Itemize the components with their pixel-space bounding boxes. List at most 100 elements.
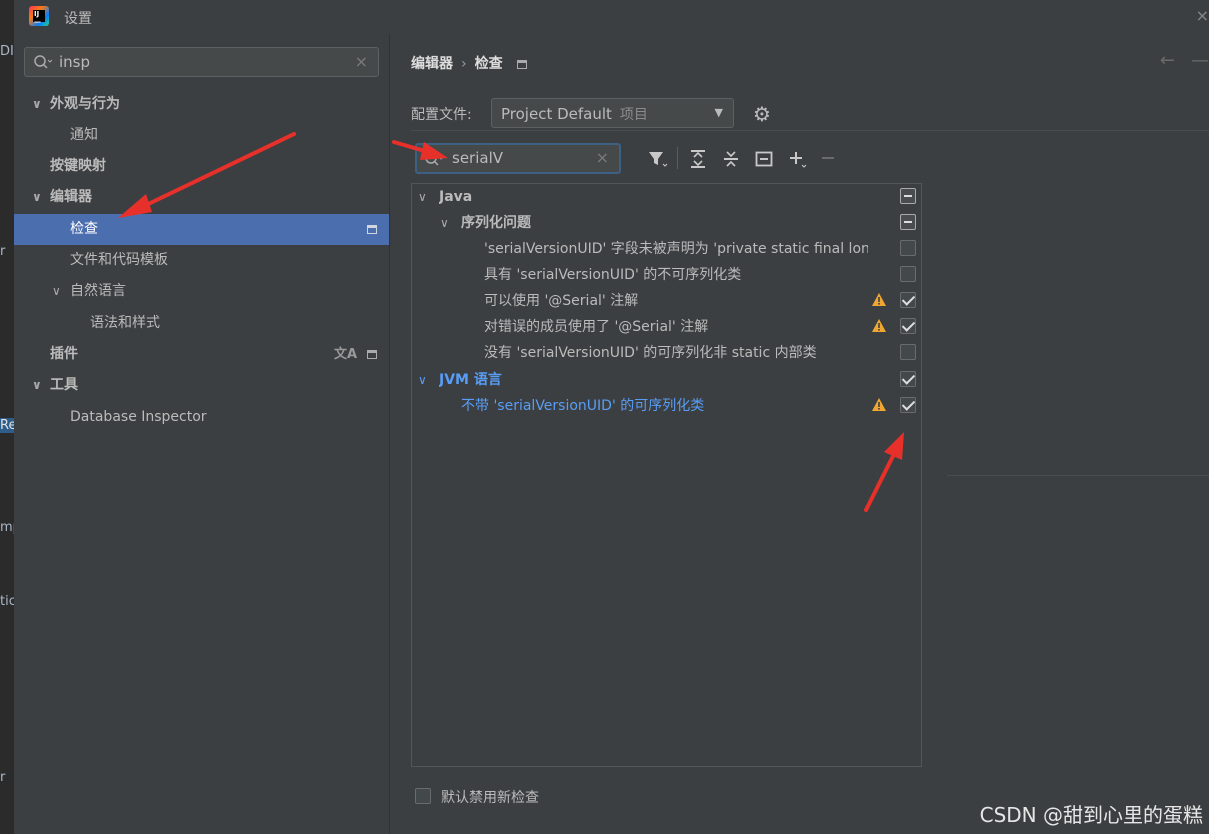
add-icon[interactable] — [787, 149, 809, 169]
background-text: tic — [0, 594, 14, 609]
background-text: r — [0, 244, 6, 259]
tree-row-serialization[interactable]: ∨ 序列化问题 — [412, 210, 921, 236]
sidebar-item-inspections[interactable]: 检查 — [14, 214, 389, 245]
profile-label: 配置文件: — [411, 107, 472, 123]
tree-checkbox[interactable] — [900, 214, 916, 230]
chevron-down-icon[interactable]: ∨ — [32, 182, 46, 213]
sidebar-item-notifications[interactable]: 通知 — [14, 120, 389, 151]
sidebar-item-keymap[interactable]: 按键映射 — [14, 151, 389, 182]
translate-icon: 文A — [333, 347, 357, 362]
watermark: CSDN @甜到心里的蛋糕 — [979, 803, 1203, 827]
sidebar-item-tools[interactable]: ∨ 工具 — [14, 370, 389, 401]
breadcrumb-item[interactable]: 编辑器 — [411, 56, 453, 72]
warning-icon — [872, 398, 886, 411]
chevron-down-icon[interactable]: ∨ — [52, 276, 66, 307]
tree-checkbox[interactable] — [900, 318, 916, 334]
tree-row-inspection[interactable]: 可以使用 '@Serial' 注解 — [412, 288, 921, 314]
search-icon — [425, 152, 444, 166]
warning-icon — [872, 319, 886, 332]
tree-checkbox[interactable] — [900, 397, 916, 413]
intellij-logo-icon: IJ — — [29, 6, 49, 26]
tree-row-inspection[interactable]: 具有 'serialVersionUID' 的不可序列化类 — [412, 262, 921, 288]
tree-checkbox[interactable] — [900, 188, 916, 204]
background-text: Re — [0, 418, 14, 433]
sidebar-item-label: 自然语言 — [70, 283, 126, 299]
tree-row-label: 可以使用 '@Serial' 注解 — [484, 293, 639, 309]
background-text: r — [0, 770, 6, 785]
chevron-down-icon[interactable]: ∨ — [418, 184, 427, 210]
profile-name: Project Default 项目 — [501, 105, 648, 123]
clear-search-icon[interactable]: × — [355, 52, 368, 71]
sidebar-item-label: 文件和代码模板 — [70, 252, 168, 268]
inspections-panel: 编辑器 › 检查 ← — 配置文件: Project Default 项目 ▼ ⚙ se… — [389, 34, 1209, 834]
tree-row-java[interactable]: ∨ Java — [412, 184, 921, 210]
sidebar-item-plugins[interactable]: 插件 文A — [14, 339, 389, 370]
divider — [947, 475, 1209, 476]
chevron-down-icon[interactable]: ∨ — [32, 89, 46, 120]
project-scope-icon — [516, 59, 527, 69]
settings-dialog: IJ — 设置 × insp × ∨ 外观与行为 通知 按键映射 ∨ 编辑器 检… — [14, 0, 1209, 834]
inspection-search-input[interactable]: serialV × — [415, 143, 621, 174]
gear-icon[interactable]: ⚙ — [753, 102, 771, 126]
project-scope-icon — [367, 350, 377, 359]
background-text: mp — [0, 520, 14, 535]
profile-dropdown[interactable]: Project Default 项目 ▼ — [491, 98, 734, 128]
breadcrumb-item: 检查 — [474, 56, 503, 72]
tree-row-label: 对错误的成员使用了 '@Serial' 注解 — [484, 319, 709, 335]
tree-row-label: 没有 'serialVersionUID' 的可序列化非 static 内部类 — [484, 345, 817, 361]
forward-arrow-icon[interactable]: — — [1191, 50, 1209, 71]
disable-new-inspections-label: 默认禁用新检查 — [441, 790, 539, 806]
sidebar-item-label: 工具 — [50, 377, 78, 393]
sidebar-item-label: 插件 — [50, 346, 78, 362]
clear-search-icon[interactable]: × — [596, 148, 609, 167]
chevron-down-icon[interactable]: ∨ — [440, 210, 449, 236]
sidebar-item-file-templates[interactable]: 文件和代码模板 — [14, 245, 389, 276]
tree-row-jvm-languages[interactable]: ∨ JVM 语言 — [412, 367, 921, 393]
sidebar-item-label: 外观与行为 — [50, 96, 120, 112]
tree-checkbox[interactable] — [900, 292, 916, 308]
sidebar-item-appearance[interactable]: ∨ 外观与行为 — [14, 89, 389, 120]
sidebar-item-database-inspector[interactable]: Database Inspector — [14, 402, 389, 433]
settings-search-input[interactable]: insp × — [24, 47, 379, 77]
tree-row-inspection[interactable]: 'serialVersionUID' 字段未被声明为 'private stat… — [412, 236, 921, 262]
sidebar-item-label: 编辑器 — [50, 189, 92, 205]
tree-row-label: JVM 语言 — [439, 372, 502, 388]
filter-icon[interactable] — [647, 149, 669, 169]
tree-row-inspection[interactable]: 对错误的成员使用了 '@Serial' 注解 — [412, 314, 921, 340]
inspection-search-value: serialV — [452, 149, 503, 167]
breadcrumb: 编辑器 › 检查 — [411, 53, 527, 73]
search-icon — [34, 55, 53, 69]
chevron-down-icon[interactable]: ∨ — [418, 367, 427, 393]
remove-icon[interactable] — [820, 149, 836, 169]
profile-scope: 项目 — [619, 107, 648, 123]
window-title: 设置 — [64, 11, 92, 27]
navigation-arrows: ← — — [1144, 50, 1209, 71]
sidebar-item-label: Database Inspector — [70, 409, 207, 425]
back-arrow-icon[interactable]: ← — [1160, 50, 1175, 71]
tree-row-inspection[interactable]: 没有 'serialVersionUID' 的可序列化非 static 内部类 — [412, 340, 921, 366]
sidebar-item-label: 检查 — [70, 221, 98, 237]
disable-new-inspections-checkbox[interactable] — [415, 788, 431, 804]
tree-checkbox[interactable] — [900, 240, 916, 256]
sidebar-item-label: 按键映射 — [50, 158, 106, 174]
background-text: DI — [0, 44, 14, 59]
sidebar-item-natural-languages[interactable]: ∨ 自然语言 — [14, 276, 389, 307]
divider — [411, 130, 1209, 131]
reset-to-empty-icon[interactable] — [754, 149, 774, 169]
tree-row-label: Java — [439, 189, 473, 205]
close-icon[interactable]: × — [1196, 6, 1209, 25]
chevron-down-icon: ▼ — [714, 106, 723, 119]
inspection-tree: ∨ Java ∨ 序列化问题 'serialVersionUID' 字段未被声明… — [411, 183, 922, 767]
sidebar-item-label: 语法和样式 — [90, 315, 160, 331]
chevron-down-icon[interactable]: ∨ — [32, 370, 46, 401]
collapse-all-icon[interactable] — [721, 149, 741, 169]
expand-all-icon[interactable] — [688, 149, 708, 169]
sidebar-item-grammar-style[interactable]: 语法和样式 — [14, 308, 389, 339]
sidebar-item-editor[interactable]: ∨ 编辑器 — [14, 182, 389, 213]
tree-row-inspection[interactable]: 不带 'serialVersionUID' 的可序列化类 — [412, 393, 921, 419]
breadcrumb-separator: › — [461, 56, 467, 72]
tree-row-label: 不带 'serialVersionUID' 的可序列化类 — [461, 398, 705, 414]
tree-checkbox[interactable] — [900, 371, 916, 387]
tree-checkbox[interactable] — [900, 344, 916, 360]
tree-checkbox[interactable] — [900, 266, 916, 282]
